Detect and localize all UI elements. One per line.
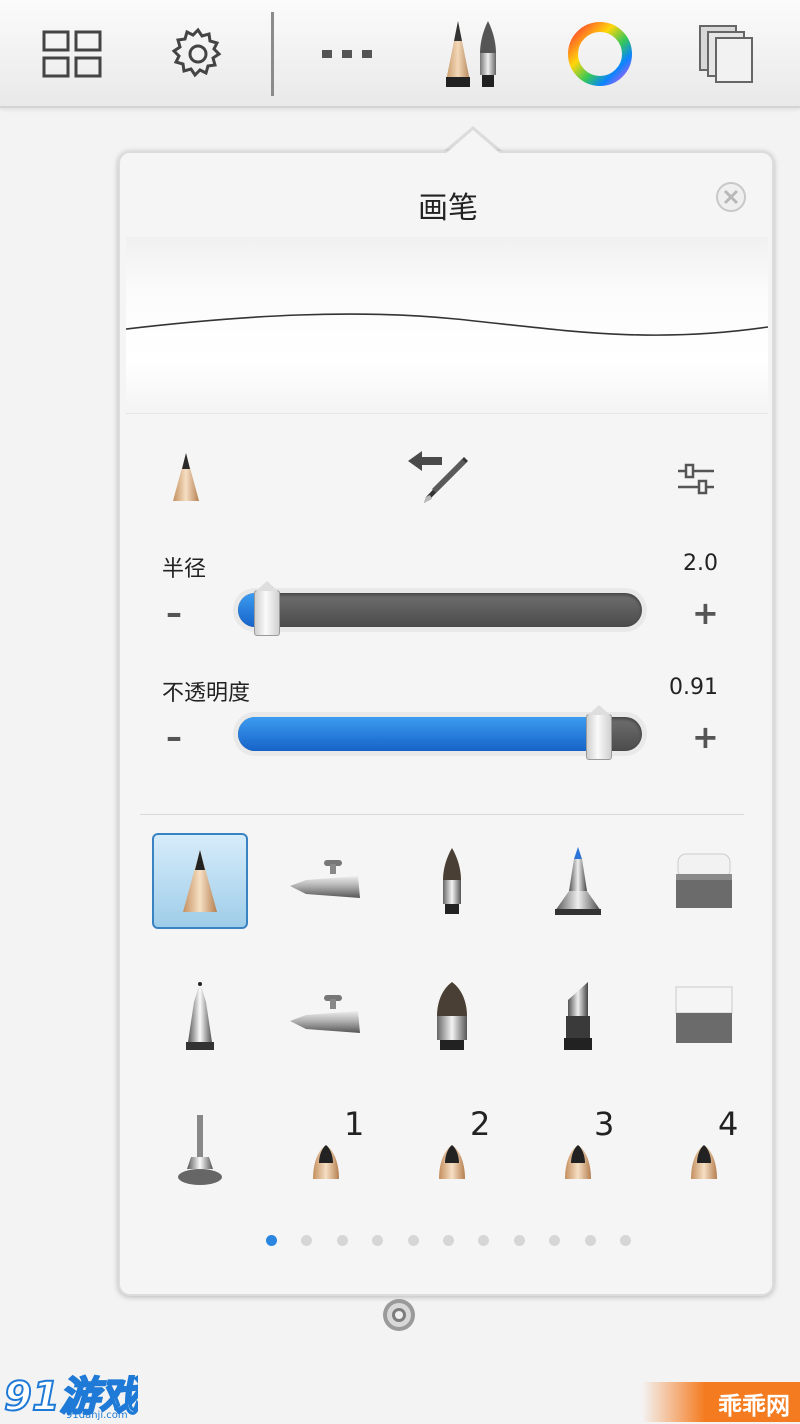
toolbar-divider: [271, 12, 274, 96]
page-dot[interactable]: [549, 1235, 561, 1246]
top-toolbar: [0, 0, 800, 108]
brush-airbrush-2[interactable]: [278, 968, 374, 1064]
grid-icon[interactable]: [36, 18, 108, 90]
page-dot[interactable]: [407, 1235, 419, 1246]
opacity-slider-fill: [238, 717, 598, 751]
opacity-increase-button[interactable]: +: [692, 721, 719, 753]
brush-custom-1[interactable]: 1: [278, 1103, 374, 1199]
custom-3-label: 3: [594, 1105, 615, 1143]
watermark-91-logo: 91游戏 91danji.com: [2, 1368, 146, 1421]
opacity-slider-thumb[interactable]: [586, 705, 612, 760]
brush-custom-4[interactable]: 4: [656, 1103, 752, 1199]
brush-hard-eraser[interactable]: [656, 968, 752, 1064]
close-icon[interactable]: [715, 181, 747, 213]
stroke-preview: [125, 237, 769, 414]
svg-text:91danji.com: 91danji.com: [66, 1410, 128, 1420]
page-dot[interactable]: [372, 1235, 384, 1246]
brush-chisel-marker[interactable]: [530, 968, 626, 1064]
brush-marker[interactable]: [530, 833, 626, 929]
radius-value: 2.0: [683, 551, 718, 576]
brush-panel: 画笔 半径 2.0 – + 不透明度 0.91 – + 1 2 3 4: [118, 151, 774, 1296]
watermark-guaiguai: 乖乖网: [642, 1382, 800, 1422]
pencil-tip-icon[interactable]: [170, 451, 202, 507]
opacity-decrease-button[interactable]: –: [166, 721, 182, 753]
page-dot[interactable]: [478, 1235, 490, 1246]
page-dot[interactable]: [513, 1235, 525, 1246]
section-divider: [140, 814, 744, 815]
custom-4-label: 4: [718, 1105, 739, 1143]
opacity-slider[interactable]: [238, 717, 642, 751]
page-dot[interactable]: [266, 1235, 277, 1246]
opacity-label: 不透明度: [162, 681, 251, 706]
brush-smudge[interactable]: [152, 1103, 248, 1199]
panel-title: 画笔: [418, 191, 478, 226]
radius-decrease-button[interactable]: –: [166, 597, 182, 629]
radius-label: 半径: [162, 557, 207, 582]
radius-increase-button[interactable]: +: [692, 597, 719, 629]
custom-1-label: 1: [344, 1105, 365, 1143]
panel-pointer-fill: [443, 130, 503, 156]
custom-2-label: 2: [470, 1105, 491, 1143]
page-dot[interactable]: [620, 1235, 631, 1246]
layers-icon[interactable]: [690, 18, 762, 90]
brush-custom-2[interactable]: 2: [404, 1103, 500, 1199]
page-dot[interactable]: [584, 1235, 596, 1246]
brush-paint-brush[interactable]: [404, 833, 500, 929]
panel-handle-icon[interactable]: [380, 1296, 418, 1334]
brush-airbrush[interactable]: [278, 833, 374, 929]
color-wheel-icon[interactable]: [564, 18, 636, 90]
opacity-value: 0.91: [669, 675, 718, 700]
settings-sliders-icon[interactable]: [676, 461, 716, 501]
page-dot[interactable]: [336, 1235, 348, 1246]
brush-pencil[interactable]: [152, 833, 248, 929]
more-icon[interactable]: [312, 18, 384, 90]
page-dot[interactable]: [443, 1235, 454, 1246]
brush-eraser[interactable]: [656, 833, 752, 929]
brush-custom-3[interactable]: 3: [530, 1103, 626, 1199]
gear-icon[interactable]: [162, 18, 234, 90]
swap-pen-icon[interactable]: [406, 449, 472, 511]
brushes-icon[interactable]: [436, 18, 508, 90]
brush-wide-brush[interactable]: [404, 968, 500, 1064]
page-dot[interactable]: [301, 1235, 313, 1246]
brush-ballpoint-pen[interactable]: [152, 968, 248, 1064]
radius-slider-thumb[interactable]: [254, 581, 280, 636]
radius-slider[interactable]: [238, 593, 642, 627]
